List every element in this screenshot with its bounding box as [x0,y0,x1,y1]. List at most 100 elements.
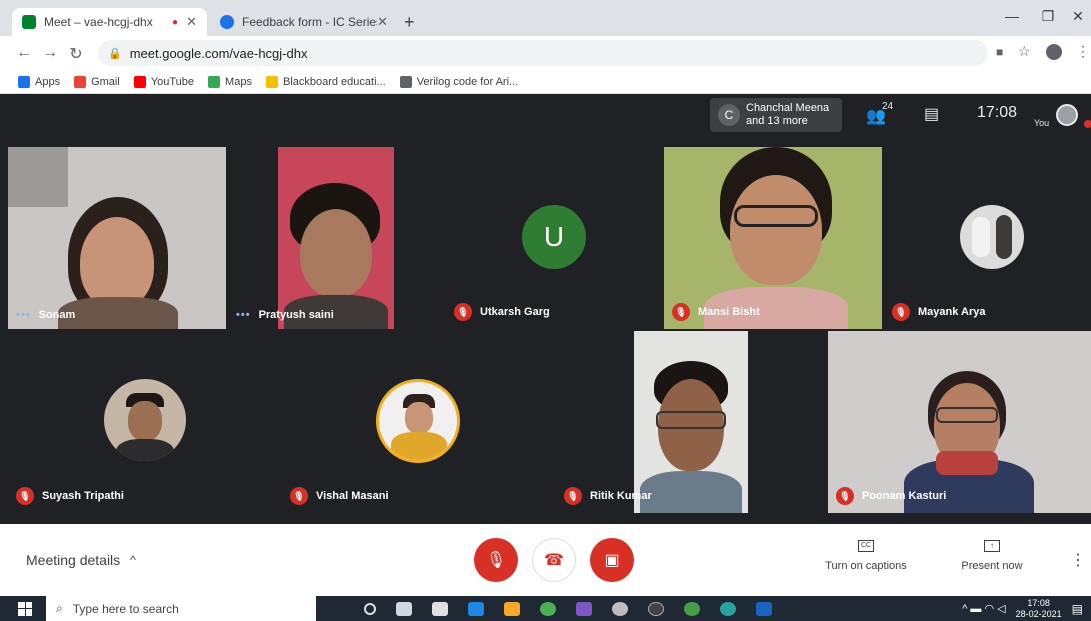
mic-off-icon: 🎙 [454,303,472,321]
whatsapp-icon[interactable] [684,601,700,616]
participant-tile-mansi[interactable]: 🎙 Mansi Bisht [664,147,882,329]
back-icon[interactable]: ← [14,44,34,62]
tab-title: Meet – vae-hcgj-dhx [44,15,153,29]
tile-name-label: 🎙 Mansi Bisht [672,303,760,321]
tab-feedback[interactable]: Feedback form - IC Series 1 - Sur ✕ [210,8,398,36]
task-view-icon[interactable] [396,601,412,616]
new-tab-button[interactable]: + [404,12,415,33]
address-bar[interactable]: 🔒 meet.google.com/vae-hcgj-dhx [98,40,988,66]
bookmark-label: Verilog code for Ari... [416,75,519,88]
captions-button[interactable]: CC Turn on captions [818,540,914,572]
minimize-icon[interactable]: — [994,8,1030,24]
tile-name-label: 🎙 Mayank Arya [892,303,985,321]
search-placeholder: Type here to search [72,601,179,616]
github-icon[interactable] [648,601,664,616]
mail-icon[interactable] [468,601,484,616]
bookmark-verilog[interactable]: Verilog code for Ari... [399,75,519,88]
browser-toolbar: ← → ↻ 🔒 meet.google.com/vae-hcgj-dhx ■ ☆… [0,36,1091,70]
forward-icon[interactable]: → [40,44,60,62]
glasses [656,411,726,429]
meeting-clock: 17:08 [977,104,1018,121]
taskbar-date: 28-02-2021 [1015,608,1062,619]
app-icon[interactable] [576,601,592,616]
presenter-chip[interactable]: C Chanchal Meena and 13 more [710,98,842,132]
close-tab-icon[interactable]: ✕ [377,14,388,30]
participant-tile-suyash[interactable]: 🎙 Suyash Tripathi [8,331,280,513]
participant-tile-mayank[interactable]: 🎙 Mayank Arya [884,147,1091,329]
notifications-icon[interactable]: ▤ [1072,602,1083,616]
leave-call-button[interactable]: ☎ [532,538,576,582]
chrome-profile-icon[interactable] [720,601,736,616]
file-explorer-icon[interactable] [504,601,520,616]
camera-off-icon: ▣ [604,552,620,569]
bookmark-apps[interactable]: Apps [18,75,60,88]
glasses [936,407,998,423]
name-text: Utkarsh Garg [480,306,550,318]
search-icon: ⌕ [56,601,63,615]
bookmark-blackboard[interactable]: Blackboard educati... [265,75,386,88]
chat-icon[interactable]: ▤ [924,104,939,124]
you-label: You [1034,118,1050,128]
lock-icon: 🔒 [108,47,122,60]
system-tray-icons[interactable]: ^ ▬ ◠ ◁ [962,602,1005,615]
present-now-button[interactable]: ↑ Present now [950,540,1034,572]
taskbar-clock[interactable]: 17:08 28-02-2021 [1016,598,1062,620]
camera-toggle-button[interactable]: ▣ [590,538,634,582]
tile-name-label: 🎙 Utkarsh Garg [454,303,550,321]
mic-off-icon: 🎙 [836,487,854,505]
tab-meet[interactable]: Meet – vae-hcgj-dhx ● ✕ [12,8,207,36]
url-text: meet.google.com/vae-hcgj-dhx [129,45,308,61]
participant-tile-ritik[interactable]: 🎙 Ritik Kumar [556,331,826,513]
cortana-icon[interactable] [364,602,376,615]
participant-tile-vishal[interactable]: 🎙 Vishal Masani [282,331,554,513]
close-tab-icon[interactable]: ✕ [186,14,197,30]
tile-name-label: 🎙 Ritik Kumar [564,487,652,505]
bookmark-label: Gmail [91,75,120,88]
reload-icon[interactable]: ↻ [66,44,86,64]
bookmark-youtube[interactable]: YouTube [133,75,194,88]
bookmark-label: Blackboard educati... [282,75,386,88]
shirt [640,471,742,513]
close-window-icon[interactable]: ✕ [1060,8,1091,25]
menu-icon[interactable]: ⋮ [1076,43,1090,60]
meeting-details-label: Meeting details [26,552,121,568]
shirt [58,297,178,329]
bookmark-gmail[interactable]: Gmail [74,75,120,88]
gmail-icon [74,75,87,88]
chevron-up-icon: ^ [130,553,136,567]
mic-toggle-button[interactable]: 🎙 [474,538,518,582]
speaking-dots-icon: ••• [16,309,31,321]
meeting-details-button[interactable]: Meeting details ^ [26,552,136,568]
store-icon[interactable] [432,601,448,616]
profile-avatar[interactable] [1046,44,1062,60]
name-text: Ritik Kumar [590,490,652,502]
name-text: Sonam [38,309,76,321]
bookmark-maps[interactable]: Maps [208,75,252,88]
name-text: Poonam Kasturi [862,490,947,502]
tile-name-label: 🎙 Suyash Tripathi [16,487,124,505]
camera-icon[interactable]: ■ [996,45,1003,59]
star-icon[interactable]: ☆ [1018,43,1031,60]
maps-icon [208,75,221,88]
participant-tile-poonam[interactable]: 🎙 Poonam Kasturi [828,331,1091,513]
name-text: Vishal Masani [316,490,389,502]
taskbar-search-box[interactable]: ⌕ Type here to search [46,596,316,621]
blackboard-icon [265,75,278,88]
windows-start-icon[interactable] [18,601,32,616]
more-options-icon[interactable]: ⋮ [1070,550,1086,570]
apps-grid-icon [18,75,30,88]
chrome-icon[interactable] [540,601,556,616]
verilog-icon [399,75,412,88]
participant-avatar [104,379,186,461]
participant-tile-sonam[interactable]: ••• Sonam [8,147,226,329]
meeting-controls-bar: Meeting details ^ 🎙 ☎ ▣ CC Turn on capti… [0,524,1091,596]
speaking-dots-icon: ••• [236,309,251,321]
self-avatar[interactable] [1056,104,1078,126]
app-window-icon[interactable] [756,601,772,616]
settings-icon[interactable] [612,601,628,616]
bookmark-label: Maps [225,75,252,88]
name-text: Suyash Tripathi [42,490,124,502]
participant-tile-pratyush[interactable]: ••• Pratyush saini [228,147,444,329]
present-label: Present now [961,560,1023,572]
participant-tile-utkarsh[interactable]: U 🎙 Utkarsh Garg [446,147,662,329]
